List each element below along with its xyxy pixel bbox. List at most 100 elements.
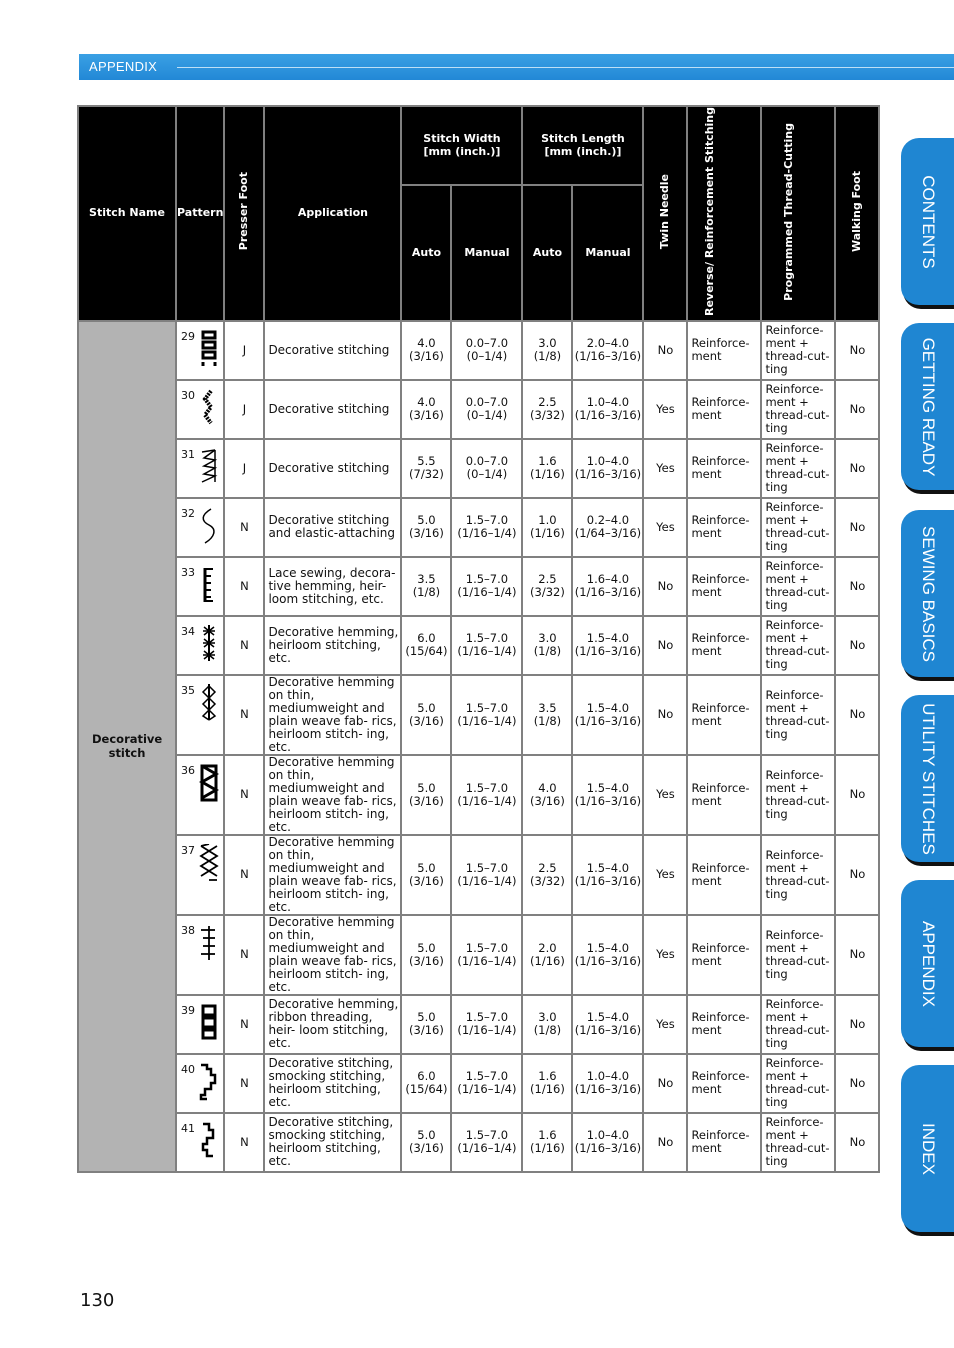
twin-needle: Yes [642, 753, 689, 836]
header-length-auto: Auto [521, 184, 574, 322]
presser-foot: J [223, 437, 266, 499]
reverse-reinforcement: Reinforce- ment [686, 1052, 763, 1114]
twin-needle: No [642, 1052, 689, 1114]
feather-stitch-icon [201, 925, 215, 960]
walking-foot: No [834, 555, 881, 617]
walking-foot: No [834, 378, 881, 440]
pattern-cell: 40 [174, 1052, 226, 1114]
programmed-thread-cutting: Reinforce- ment + thread-cut- ting [760, 1052, 837, 1114]
header-reverse-reinforcement: Reverse/ Reinforcement Stitching [686, 105, 763, 322]
stitch-settings-table: Stitch Name Pattern Presser Foot Applica… [77, 104, 881, 1173]
programmed-thread-cutting: Reinforce- ment + thread-cut- ting [760, 993, 837, 1055]
serpentine-stitch-icon [202, 507, 215, 544]
reverse-reinforcement: Reinforce- ment [686, 496, 763, 558]
walking-foot: No [834, 1052, 881, 1114]
walking-foot: No [834, 753, 881, 836]
side-tab-getting-ready[interactable]: GETTING READY [901, 323, 954, 490]
reverse-reinforcement: Reinforce- ment [686, 753, 763, 836]
walking-foot: No [834, 496, 881, 558]
pattern-cell: 37 [174, 833, 226, 916]
pattern-cell: 33 [174, 555, 226, 617]
twin-needle: Yes [642, 993, 689, 1055]
reverse-reinforcement: Reinforce- ment [686, 555, 763, 617]
pattern-number: 37 [181, 843, 195, 857]
width-auto: 5.5 (7/32) [400, 437, 453, 499]
length-manual: 1.5–4.0 (1/16–3/16) [571, 753, 645, 836]
twin-needle: No [642, 673, 689, 756]
side-tab-appendix[interactable]: APPENDIX [901, 880, 954, 1047]
side-tab-utility-stitches[interactable]: UTILITY STITCHES [901, 695, 954, 862]
section-header-bar: APPENDIX [79, 54, 954, 80]
side-tab-label: CONTENTS [918, 174, 938, 269]
width-manual: 1.5–7.0 (1/16–1/4) [450, 496, 524, 558]
application: Lace sewing, decora- tive hemming, heir-… [263, 555, 403, 617]
presser-foot: J [223, 319, 266, 381]
programmed-thread-cutting: Reinforce- ment + thread-cut- ting [760, 673, 837, 756]
side-tab-contents[interactable]: CONTENTS [901, 138, 954, 305]
width-manual: 1.5–7.0 (1/16–1/4) [450, 833, 524, 916]
application: Decorative hemming, ribbon threading, he… [263, 993, 403, 1055]
side-tab-index[interactable]: INDEX [901, 1065, 954, 1232]
reverse-reinforcement: Reinforce- ment [686, 437, 763, 499]
header-length-manual: Manual [571, 184, 645, 322]
walking-foot: No [834, 673, 881, 756]
header-stitch-width: Stitch Width [mm (inch.)] [400, 104, 524, 187]
ribbon-ladder-stitch-icon [201, 1004, 217, 1040]
shell-stitch-icon [201, 448, 218, 483]
pattern-number: 33 [181, 565, 195, 579]
side-tab-label: INDEX [918, 1122, 938, 1175]
pattern-cell: 31 [174, 437, 226, 499]
length-manual: 1.5–4.0 (1/16–3/16) [571, 833, 645, 916]
presser-foot: J [223, 378, 266, 440]
header-programmed-thread-cutting: Programmed Thread-Cutting [760, 105, 837, 322]
header-stitch-length: Stitch Length [mm (inch.)] [521, 104, 645, 187]
length-auto: 3.5 (1/8) [521, 673, 574, 756]
programmed-thread-cutting: Reinforce- ment + thread-cut- ting [760, 833, 837, 916]
twin-needle: Yes [642, 833, 689, 916]
width-manual: 1.5–7.0 (1/16–1/4) [450, 913, 524, 996]
pattern-number: 36 [181, 763, 195, 777]
width-auto: 5.0 (3/16) [400, 913, 453, 996]
walking-foot: No [834, 993, 881, 1055]
width-manual: 0.0–7.0 (0–1/4) [450, 319, 524, 381]
presser-foot: N [223, 993, 266, 1055]
programmed-thread-cutting: Reinforce- ment + thread-cut- ting [760, 496, 837, 558]
length-manual: 1.0–4.0 (1/16–3/16) [571, 1111, 645, 1173]
pattern-number: 30 [181, 388, 195, 402]
length-auto: 3.0 (1/8) [521, 614, 574, 676]
width-auto: 5.0 (3/16) [400, 833, 453, 916]
reverse-reinforcement: Reinforce- ment [686, 614, 763, 676]
width-auto: 6.0 (15/64) [400, 1052, 453, 1114]
pattern-cell: 35 [174, 673, 226, 756]
length-manual: 1.0–4.0 (1/16–3/16) [571, 437, 645, 499]
side-tab-sewing-basics[interactable]: SEWING BASICS [901, 510, 954, 677]
header-pattern: Pattern [174, 105, 226, 322]
presser-foot: N [223, 753, 266, 836]
walking-foot: No [834, 437, 881, 499]
width-auto: 5.0 (3/16) [400, 1111, 453, 1173]
table-row: 40 N Decorative stitching, smocking stitch… [78, 1052, 881, 1114]
width-manual: 1.5–7.0 (1/16–1/4) [450, 614, 524, 676]
pattern-cell: 30 [174, 378, 226, 440]
twin-needle: No [642, 1111, 689, 1173]
application: Decorative stitching, smocking stitching… [263, 1111, 403, 1173]
diamond-chain-stitch-icon [201, 683, 217, 721]
length-auto: 1.0 (1/16) [521, 496, 574, 558]
header-application: Application [263, 105, 403, 322]
walking-foot: No [834, 913, 881, 996]
pattern-number: 39 [181, 1003, 195, 1017]
application: Decorative stitching, smocking stitching… [263, 1052, 403, 1114]
side-tab-label: GETTING READY [918, 337, 938, 476]
programmed-thread-cutting: Reinforce- ment + thread-cut- ting [760, 913, 837, 996]
length-auto: 1.6 (1/16) [521, 437, 574, 499]
pattern-number: 40 [181, 1062, 195, 1076]
table-row: 39 N Decorative hemming, ribbon threading,… [78, 993, 881, 1055]
pattern-number: 38 [181, 923, 195, 937]
walking-foot: No [834, 833, 881, 916]
walking-foot: No [834, 1111, 881, 1173]
length-auto: 4.0 (3/16) [521, 753, 574, 836]
application: Decorative hemming on thin, mediumweight… [263, 753, 403, 836]
header-width-auto: Auto [400, 184, 453, 322]
header-width-manual: Manual [450, 184, 524, 322]
reverse-reinforcement: Reinforce- ment [686, 913, 763, 996]
